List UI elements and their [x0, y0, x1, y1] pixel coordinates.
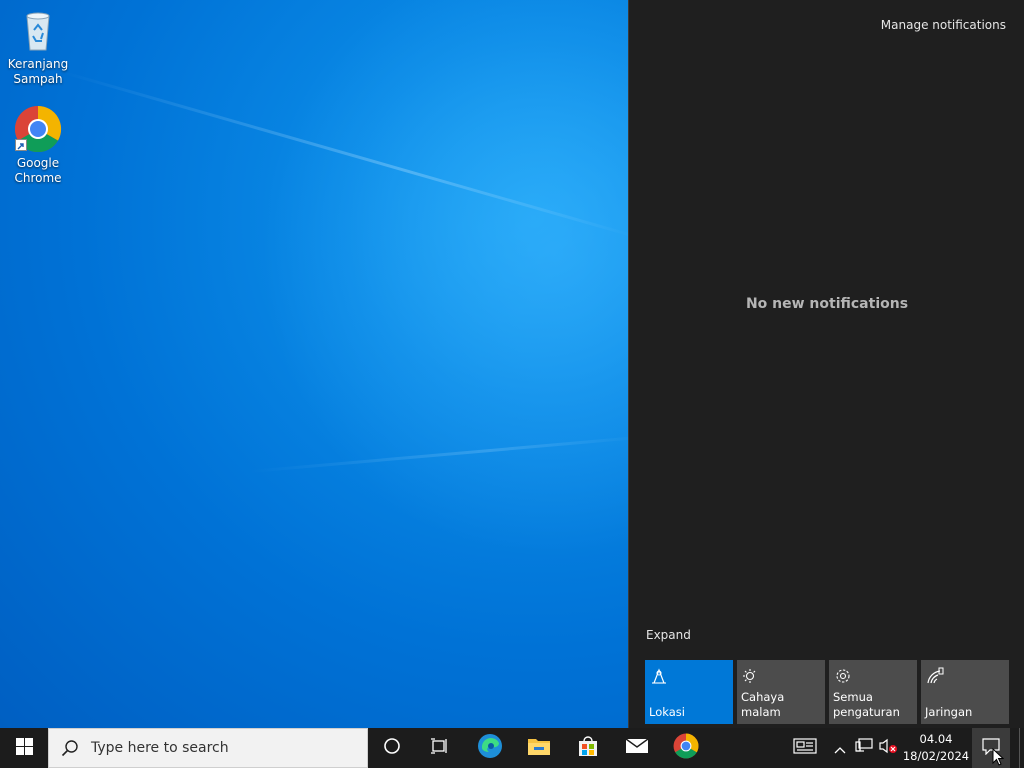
show-desktop-button[interactable] [1019, 728, 1024, 768]
news-tray-button[interactable] [788, 728, 822, 768]
manage-notifications-link[interactable]: Manage notifications [881, 18, 1006, 32]
taskbar-app-file-explorer[interactable] [515, 728, 563, 768]
taskbar: Type here to search 04.04 18/02/2024 [0, 728, 1024, 768]
quick-action-label: Semua pengaturan [833, 690, 900, 720]
chrome-icon [673, 733, 699, 763]
wallpaper-glow [260, 0, 628, 560]
news-icon [793, 738, 817, 758]
quick-action-location[interactable]: Lokasi [645, 660, 733, 724]
action-center-button[interactable] [972, 728, 1010, 768]
chrome-icon [14, 105, 62, 153]
quick-action-all-settings[interactable]: Semua pengaturan [829, 660, 917, 724]
volume-muted-icon [878, 738, 898, 758]
shortcut-arrow-icon [15, 139, 27, 151]
mouse-cursor-icon [992, 747, 1005, 768]
start-button[interactable] [0, 728, 48, 768]
taskbar-app-edge[interactable] [466, 728, 514, 768]
clock-time: 04.04 [919, 732, 953, 746]
file-explorer-icon [527, 735, 551, 761]
action-center-panel: Manage notifications No new notification… [628, 0, 1024, 728]
taskbar-clock[interactable]: 04.04 18/02/2024 [902, 728, 970, 768]
taskbar-search-box[interactable]: Type here to search [48, 728, 368, 768]
quick-action-network[interactable]: Jaringan [921, 660, 1009, 724]
night-light-icon [742, 667, 760, 685]
mail-icon [625, 737, 649, 759]
network-tray-button[interactable] [853, 728, 875, 768]
desktop[interactable]: Keranjang Sampah Google Chrome [0, 0, 628, 728]
quick-action-label: Lokasi [649, 705, 685, 719]
search-icon [61, 739, 79, 757]
expand-quick-actions-link[interactable]: Expand [646, 628, 691, 642]
clock-date: 18/02/2024 [902, 749, 970, 763]
network-tray-icon [855, 738, 873, 758]
taskbar-app-mail[interactable] [613, 728, 661, 768]
windows-logo-icon [15, 737, 33, 759]
task-view-icon [430, 737, 450, 759]
show-hidden-icons-button[interactable] [830, 728, 850, 768]
quick-action-label-line: pengaturan [833, 705, 900, 719]
desktop-icon-label: Keranjang [7, 57, 69, 71]
quick-action-label: Jaringan [925, 705, 973, 719]
recycle-bin-icon [14, 6, 62, 54]
taskbar-app-store[interactable] [564, 728, 612, 768]
quick-action-label-line: Semua [833, 690, 873, 704]
cortana-icon [383, 737, 401, 759]
search-placeholder: Type here to search [91, 740, 229, 756]
desktop-icon-recycle-bin[interactable]: Keranjang Sampah [3, 6, 73, 87]
store-icon [577, 735, 599, 761]
desktop-icon-label: Sampah [13, 72, 63, 86]
network-icon [926, 667, 944, 685]
desktop-icon-google-chrome[interactable]: Google Chrome [3, 105, 73, 186]
desktop-icon-label: Google [16, 156, 60, 170]
task-view-button[interactable] [416, 728, 464, 768]
chevron-up-icon [834, 739, 846, 758]
taskbar-app-chrome[interactable] [662, 728, 710, 768]
edge-icon [477, 733, 503, 763]
location-icon [650, 667, 668, 685]
quick-action-night-light[interactable]: Cahaya malam [737, 660, 825, 724]
empty-notifications-message: No new notifications [745, 296, 909, 312]
volume-tray-button[interactable] [876, 728, 900, 768]
desktop-icon-label: Chrome [14, 171, 62, 185]
settings-gear-icon [834, 667, 852, 685]
quick-action-label: Cahaya malam [741, 690, 785, 719]
cortana-button[interactable] [368, 728, 416, 768]
